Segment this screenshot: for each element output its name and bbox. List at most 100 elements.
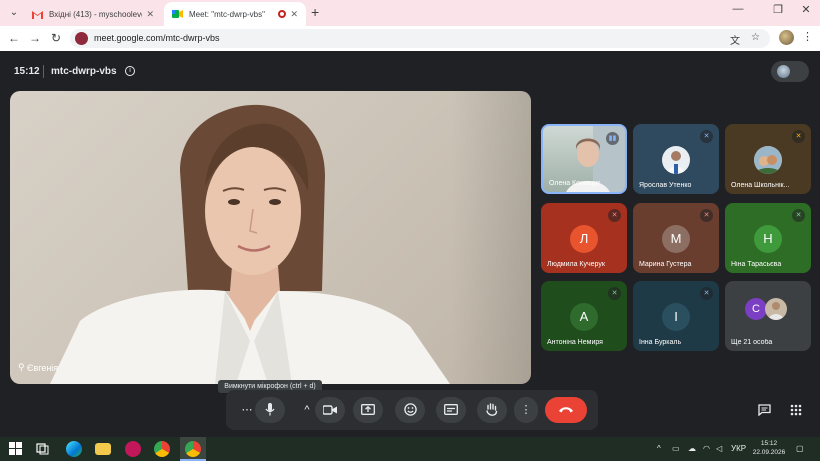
meet-icon: [172, 9, 183, 20]
mic-off-icon: ✕: [700, 209, 713, 222]
show-hidden-icons[interactable]: ^: [657, 444, 661, 453]
back-icon[interactable]: ←: [6, 30, 22, 46]
speaker-video: [50, 104, 450, 384]
microphone-button[interactable]: [255, 397, 285, 423]
pin-icon[interactable]: ⚲: [18, 362, 25, 373]
app-icon[interactable]: [125, 441, 141, 457]
avatar: І: [662, 303, 690, 331]
participant-tile[interactable]: М ✕ Марина Густера: [633, 203, 719, 273]
microphone-icon: [265, 403, 275, 416]
taskbar-clock[interactable]: 15:12 22.09.2026: [752, 439, 786, 457]
chrome-icon[interactable]: [185, 441, 201, 457]
notifications-icon[interactable]: ▢: [796, 444, 804, 453]
tab-title: Meet: "mtc-dwrp-vbs": [189, 9, 265, 19]
mic-off-icon: ✕: [608, 287, 621, 300]
camera-button[interactable]: [315, 397, 345, 423]
avatar: Н: [754, 225, 782, 253]
participant-name: Антоніна Немиря: [547, 339, 603, 346]
reload-icon[interactable]: ↻: [48, 30, 64, 46]
chat-icon: [757, 404, 771, 417]
self-view-button[interactable]: [771, 61, 809, 82]
close-window-icon[interactable]: ✕: [796, 3, 816, 16]
avatar: М: [662, 225, 690, 253]
tab-title: Вхідні (413) - myschoolevgeniia: [49, 9, 142, 19]
recording-icon: [278, 10, 287, 18]
participant-name: Ще 21 особа: [731, 339, 773, 346]
browser-menu-icon[interactable]: ⋮: [802, 30, 813, 43]
participant-name: Марина Густера: [639, 261, 692, 268]
participant-name: Людмила Кучерук: [547, 261, 605, 268]
avatar: Л: [570, 225, 598, 253]
clock-time: 15:12: [760, 440, 778, 447]
participant-name: Ярослав Утенко: [639, 182, 692, 189]
taskbar: [0, 437, 820, 461]
windows-start-icon[interactable]: [9, 442, 25, 458]
maximize-icon[interactable]: ❐: [768, 3, 788, 16]
participant-name: Олена Конощук: [549, 180, 601, 187]
meeting-time: 15:12: [14, 66, 40, 77]
file-explorer-icon[interactable]: [95, 443, 111, 455]
tab-gmail[interactable]: Вхідні (413) - myschoolevgeniia ✕: [24, 2, 162, 26]
site-info-icon[interactable]: [75, 32, 88, 45]
forward-icon[interactable]: →: [27, 30, 43, 46]
participant-name: Інна Буркаль: [639, 339, 682, 346]
close-tab-icon[interactable]: ✕: [146, 9, 154, 20]
avatar: [765, 298, 787, 320]
url-text[interactable]: meet.google.com/mtc-dwrp-vbs: [94, 33, 220, 43]
participant-tile[interactable]: ✕ Ярослав Утенко: [633, 124, 719, 194]
language-indicator[interactable]: УКР: [731, 444, 746, 453]
activities-button[interactable]: [785, 399, 807, 421]
participant-name: Ніна Тарасьєва: [731, 261, 782, 268]
avatar: [754, 146, 782, 174]
header-divider: [43, 65, 44, 78]
new-tab-button[interactable]: +: [311, 4, 319, 20]
gmail-icon: [32, 9, 43, 20]
clock-date: 22.09.2026: [752, 449, 786, 456]
translate-icon[interactable]: 文: [730, 32, 740, 47]
meeting-code: mtc-dwrp-vbs: [51, 66, 117, 77]
participant-tile[interactable]: ✕ Олена Школьнік...: [725, 124, 811, 194]
avatar: А: [570, 303, 598, 331]
hang-up-icon: [559, 407, 573, 413]
apps-grid-icon: [790, 404, 802, 416]
tab-meet[interactable]: Meet: "mtc-dwrp-vbs" ✕: [164, 2, 306, 26]
mic-off-icon: ✕: [608, 209, 621, 222]
info-icon[interactable]: i: [125, 66, 135, 76]
participant-tile[interactable]: Н ✕ Ніна Тарасьєва: [725, 203, 811, 273]
chat-button[interactable]: [753, 399, 775, 421]
more-participants-tile[interactable]: С Ще 21 особа: [725, 281, 811, 351]
avatar: [662, 146, 690, 174]
present-screen-button[interactable]: [353, 397, 383, 423]
mic-off-icon: ✕: [700, 130, 713, 143]
captions-button[interactable]: [436, 397, 466, 423]
leave-call-button[interactable]: [545, 397, 587, 423]
profile-avatar[interactable]: [779, 30, 794, 45]
task-view-icon[interactable]: [36, 442, 52, 458]
participant-tile[interactable]: ▮▮ Олена Конощук: [541, 124, 627, 194]
reactions-button[interactable]: [395, 397, 425, 423]
close-tab-icon[interactable]: ✕: [290, 9, 298, 20]
address-bar[interactable]: meet.google.com/mtc-dwrp-vbs 文 ☆: [70, 29, 770, 48]
tab-search-icon[interactable]: ⌄: [6, 5, 22, 21]
avatar: С: [745, 298, 767, 320]
chrome-icon[interactable]: [154, 441, 170, 457]
more-options-button[interactable]: ⋮: [514, 397, 538, 423]
minimize-icon[interactable]: —: [728, 3, 748, 15]
mic-off-icon: ✕: [792, 209, 805, 222]
camera-icon: [322, 405, 337, 415]
main-speaker-tile[interactable]: [10, 91, 531, 384]
wifi-icon[interactable]: ◠: [703, 444, 710, 453]
speaking-indicator-icon: ▮▮: [606, 132, 619, 145]
participant-name: Олена Школьнік...: [731, 182, 790, 189]
edge-icon[interactable]: [66, 441, 82, 457]
participant-tile[interactable]: А ✕ Антоніна Немиря: [541, 281, 627, 351]
participant-tile[interactable]: І ✕ Інна Буркаль: [633, 281, 719, 351]
raise-hand-button[interactable]: [477, 397, 507, 423]
cloud-icon[interactable]: ☁: [688, 444, 696, 453]
bookmark-star-icon[interactable]: ☆: [751, 32, 760, 43]
main-speaker-name: Євгенія: [27, 363, 59, 373]
participant-tile[interactable]: Л ✕ Людмила Кучерук: [541, 203, 627, 273]
volume-icon[interactable]: ◁: [716, 444, 722, 453]
captions-icon: [444, 404, 458, 415]
battery-icon[interactable]: ▭: [672, 444, 680, 453]
